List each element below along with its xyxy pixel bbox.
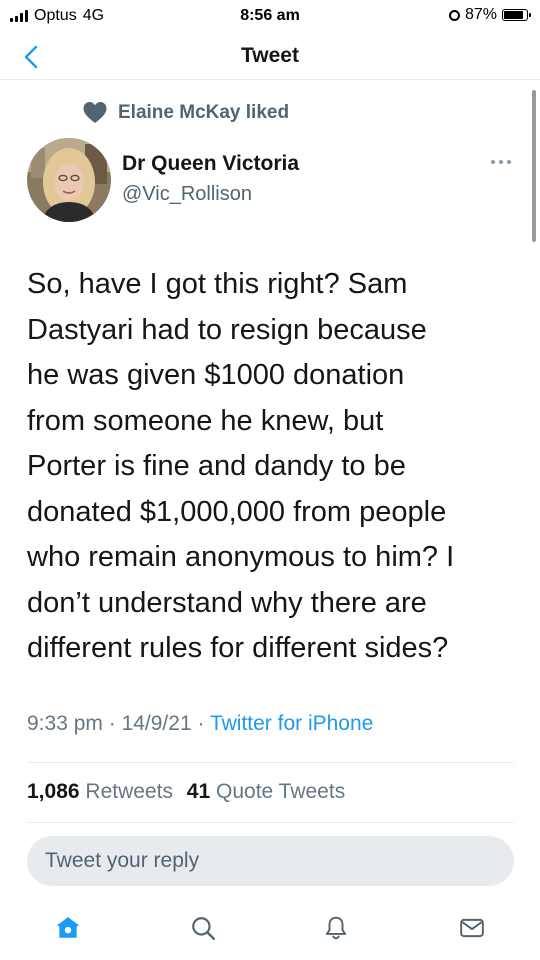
reply-placeholder: Tweet your reply — [45, 849, 200, 872]
social-context-text: Elaine McKay liked — [118, 101, 290, 123]
avatar-photo — [27, 138, 111, 222]
status-right: 87% — [448, 6, 531, 24]
status-bar: Optus 4G 8:56 am 87% — [0, 0, 540, 32]
nav-bar: Tweet — [0, 32, 540, 80]
tweet-source-link[interactable]: Twitter for iPhone — [210, 712, 373, 735]
author-display-name[interactable]: Dr Queen Victoria — [122, 152, 299, 176]
quote-tweets-label: Quote Tweets — [216, 780, 346, 803]
reply-input[interactable]: Tweet your reply — [27, 836, 514, 886]
avatar[interactable] — [27, 138, 111, 222]
author-handle[interactable]: @Vic_Rollison — [122, 183, 252, 206]
battery-level-fill — [504, 11, 524, 19]
divider — [27, 762, 514, 763]
divider — [27, 822, 514, 823]
page-title: Tweet — [241, 44, 299, 67]
tab-notifications[interactable] — [318, 910, 354, 946]
mail-icon — [460, 918, 484, 938]
tweet-stats: 1,086 Retweets 41 Quote Tweets — [27, 780, 345, 804]
more-icon — [491, 160, 511, 164]
retweets-stat[interactable]: 1,086 Retweets — [27, 780, 173, 803]
battery-percent: 87% — [464, 6, 497, 23]
home-icon — [57, 917, 79, 938]
tab-messages[interactable] — [454, 910, 490, 946]
bell-icon — [325, 916, 347, 940]
meta-separator: · — [197, 712, 210, 735]
more-options-button[interactable] — [486, 152, 516, 172]
tweet-metadata: 9:33 pm · 14/9/21 · Twitter for iPhone — [27, 712, 373, 736]
battery-icon — [502, 9, 531, 21]
tab-bar — [0, 902, 540, 960]
heart-icon — [83, 102, 107, 123]
retweets-count: 1,086 — [27, 780, 80, 803]
tweet-text: So, have I got this right? Sam Dastyari … — [27, 268, 455, 664]
scrollbar[interactable] — [532, 90, 536, 242]
tweet-detail-screen: Optus 4G 8:56 am 87% Tweet Elaine McKay … — [0, 0, 540, 960]
alarm-icon — [448, 9, 460, 21]
search-icon — [192, 917, 216, 941]
tweet-time: 9:33 pm — [27, 712, 103, 735]
meta-separator: · — [108, 712, 122, 735]
retweets-label: Retweets — [85, 780, 173, 803]
tweet-date: 14/9/21 — [121, 712, 192, 735]
quote-tweets-stat[interactable]: 41 Quote Tweets — [187, 780, 345, 803]
quote-tweets-count: 41 — [186, 780, 211, 803]
tab-home[interactable] — [50, 910, 86, 946]
social-context[interactable]: Elaine McKay liked — [82, 101, 289, 124]
tab-search[interactable] — [185, 910, 221, 946]
